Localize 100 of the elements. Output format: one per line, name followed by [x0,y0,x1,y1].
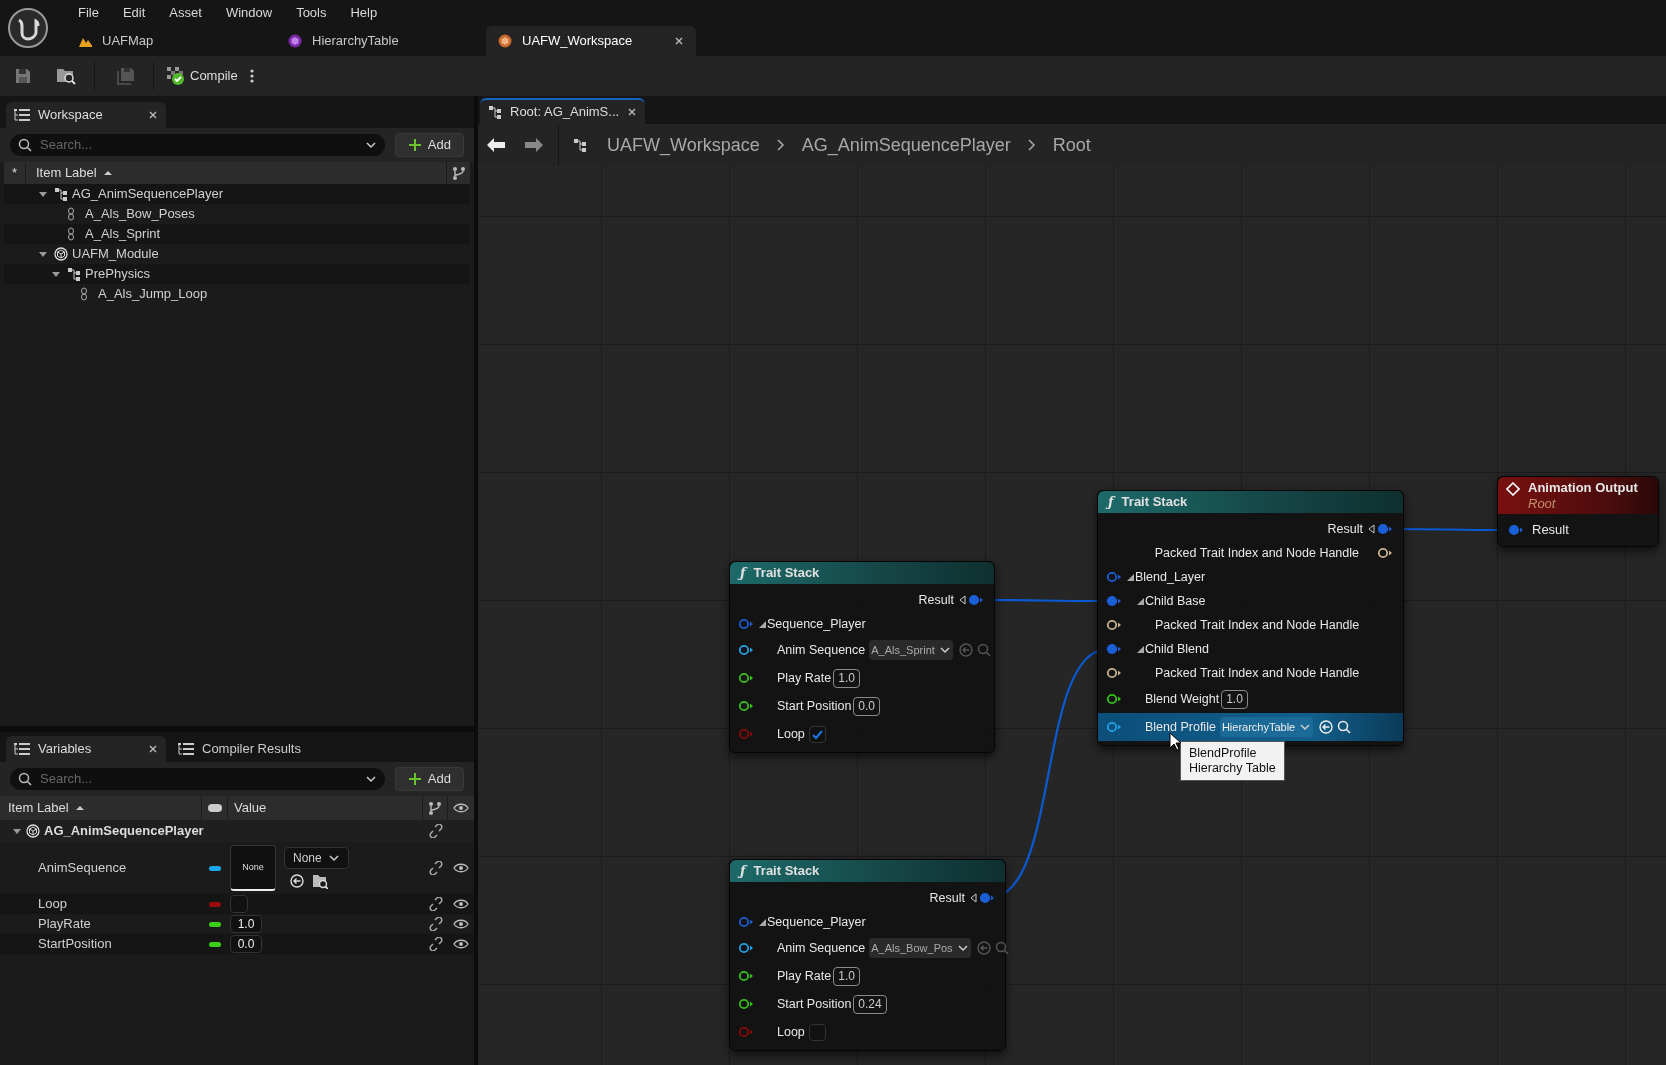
branch-icon[interactable] [451,166,466,180]
compile-icon [166,66,186,86]
branch-icon[interactable] [428,801,442,815]
tree-row[interactable]: AG_AnimSequencePlayer [4,184,470,204]
more-icon[interactable] [249,68,254,84]
pin-icon[interactable] [1106,667,1122,679]
expanded-arrow-icon[interactable] [1136,644,1145,654]
link-icon[interactable] [428,937,443,951]
close-icon[interactable] [674,36,684,46]
number-field[interactable]: 1.0 [833,966,860,986]
eye-icon[interactable] [453,863,469,873]
number-field[interactable]: 1.0 [230,915,262,933]
graph-node[interactable]: ƒ Trait Stack Result Sequence_Player Anim Sequence A_Als_Sprint Play Rate 1.0 Start Position 0.0 Loop [729,561,995,753]
checkbox[interactable] [808,725,826,743]
asset-dropdown[interactable]: None [284,847,349,869]
eye-icon[interactable] [453,899,469,909]
pin-icon[interactable] [1377,547,1393,559]
pin-icon[interactable] [738,672,754,684]
forward-icon[interactable] [524,137,544,153]
panel-tab[interactable]: Compiler Results [170,736,309,762]
number-field[interactable]: 0.0 [230,935,262,953]
eye-icon[interactable] [453,939,469,949]
link-icon[interactable] [429,824,443,838]
column-header[interactable]: Item Label [8,798,69,818]
expanded-arrow-icon[interactable] [12,827,22,835]
pin-icon[interactable] [738,644,754,656]
expanded-arrow-icon[interactable] [1126,572,1135,582]
link-icon[interactable] [428,917,443,931]
expanded-arrow-icon[interactable] [51,270,61,278]
expanded-arrow-icon[interactable] [758,619,767,629]
pin-icon[interactable] [738,998,754,1010]
pin-label: Start Position [777,697,852,715]
graph-icon [488,105,502,119]
panel-tab[interactable]: Workspace [6,102,166,128]
folder-search-icon[interactable] [56,66,76,86]
breadcrumb-link[interactable]: UAFW_Workspace [607,131,760,159]
pin-icon[interactable] [1106,619,1122,631]
search-icon[interactable] [1337,720,1352,734]
menu-item[interactable]: File [66,3,111,23]
tree-row[interactable]: PrePhysics [4,264,470,284]
document-tab[interactable]: UAFW_Workspace [486,26,696,56]
pin-icon[interactable] [738,970,754,982]
menu-item[interactable]: Edit [110,3,158,23]
asset-dropdown[interactable]: A_Als_Sprint [869,640,953,660]
menu-item[interactable]: Asset [157,3,214,23]
checkbox[interactable] [230,895,248,913]
eye-icon[interactable] [453,919,469,929]
breadcrumb-link[interactable]: Root [1052,131,1091,159]
close-icon[interactable] [148,744,158,754]
graph-tab[interactable]: Root: AG_AnimS... [480,98,646,124]
back-icon[interactable] [486,137,506,153]
document-tab[interactable]: UAFMap [66,26,276,56]
compile-button[interactable]: Compile [164,61,240,91]
panel-tab[interactable]: Variables [6,736,166,762]
variable-name[interactable]: AnimSequence [0,858,202,878]
graph-node[interactable]: ƒ Trait Stack Result Sequence_Player Anim Sequence A_Als_Bow_Pos Play Rate 1.0 Start Position 0.24 Loop [729,859,1006,1051]
tree-row[interactable]: A_Als_Sprint [4,224,470,244]
breadcrumb-link[interactable]: AG_AnimSequencePlayer [801,131,1011,159]
number-field[interactable]: 0.24 [853,994,887,1014]
document-tab[interactable]: HierarchyTable [276,26,486,56]
column-header[interactable]: Item Label [36,163,97,183]
close-icon[interactable] [627,107,638,117]
search-input[interactable]: Search... [40,769,357,789]
expanded-arrow-icon[interactable] [38,190,48,198]
add-button[interactable]: Add [394,133,464,157]
asset-dropdown[interactable]: HierarchyTable [1219,717,1314,737]
link-icon[interactable] [428,897,443,911]
expanded-arrow-icon[interactable] [38,250,48,258]
asset-thumbnail[interactable]: None [230,845,276,891]
node-subtitle: Root [1528,496,1557,512]
pin-icon[interactable] [738,942,754,954]
chevron-down-icon [938,644,951,656]
number-field[interactable]: 1.0 [1221,689,1248,709]
close-icon[interactable] [148,110,158,120]
folder-search-icon[interactable] [312,873,328,889]
expanded-arrow-icon[interactable] [758,917,767,927]
variable-name[interactable]: PlayRate [0,914,202,934]
link-icon[interactable] [428,861,443,875]
engine-logo[interactable] [8,8,48,48]
search-input[interactable]: Search... [40,135,357,155]
menu-item[interactable]: Help [338,3,390,23]
pin-icon[interactable] [1106,693,1122,705]
expanded-arrow-icon[interactable] [1136,596,1145,606]
variable-name[interactable]: StartPosition [0,934,202,954]
menu-item[interactable]: Tools [284,3,339,23]
pin-label: Child Blend [1145,640,1209,658]
eye-icon[interactable] [453,803,469,813]
search-field[interactable]: Search... [10,134,385,156]
output-node[interactable]: Animation Output Root Result [1497,476,1659,547]
asset-dropdown[interactable]: A_Als_Bow_Pos [869,938,971,958]
save-icon[interactable] [14,67,32,85]
number-field[interactable]: 1.0 [833,668,860,688]
number-field[interactable]: 0.0 [853,696,881,716]
graph-node[interactable] [1097,490,1404,746]
search-field[interactable]: Search... [10,768,385,790]
pill-icon [207,804,222,812]
pin-icon[interactable] [738,700,754,712]
add-button[interactable]: Add [394,767,464,791]
menu-item[interactable]: Window [213,3,285,23]
checkbox[interactable] [808,1023,826,1041]
